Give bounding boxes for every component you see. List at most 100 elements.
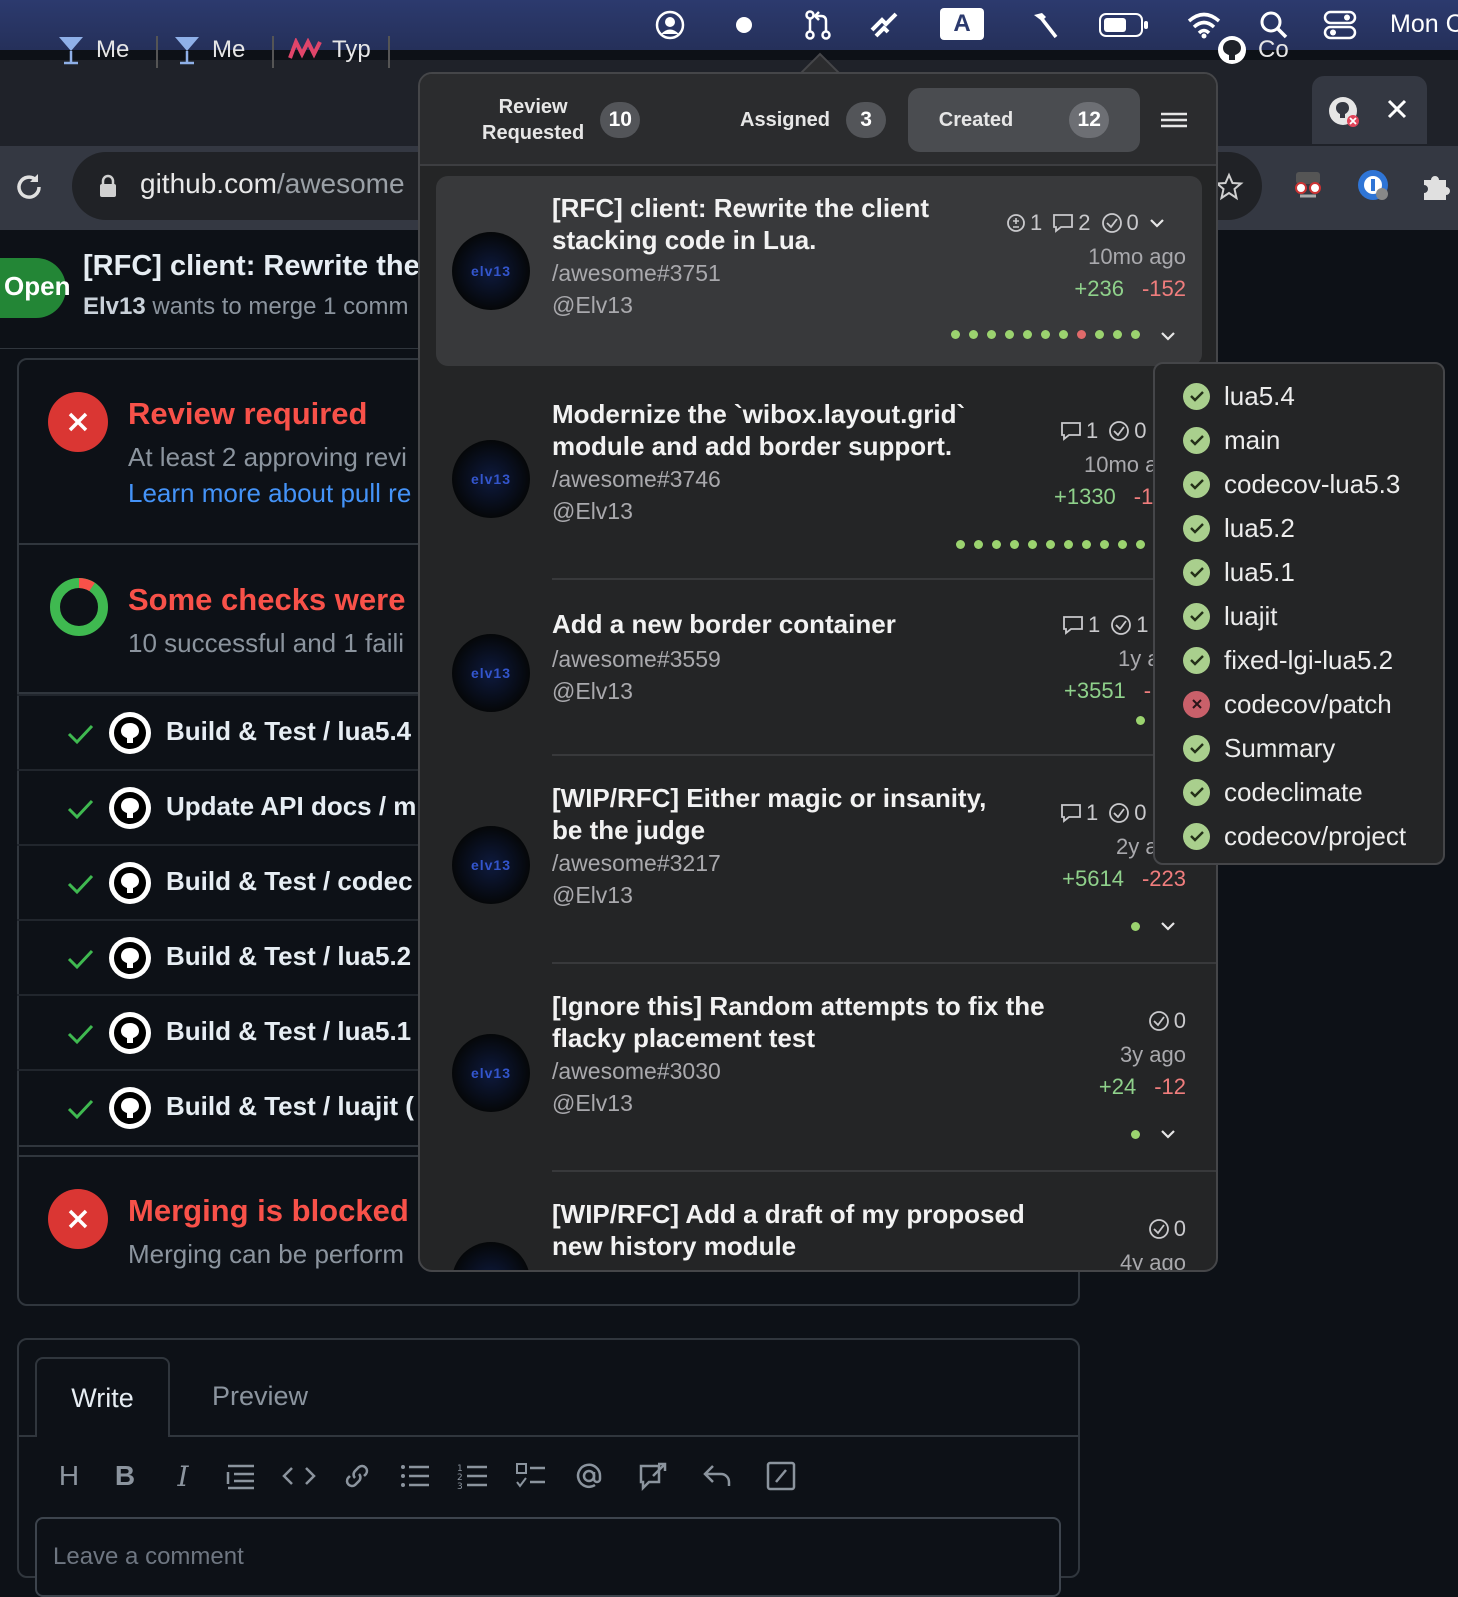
tab-created[interactable]: Created 12 <box>908 88 1140 152</box>
hammer-icon[interactable] <box>1026 8 1062 42</box>
reply-icon[interactable] <box>700 1459 734 1493</box>
browser-tab[interactable]: Co <box>1216 20 1306 80</box>
check-dots[interactable] <box>1136 716 1145 725</box>
check-name[interactable]: Build & Test / lua5.1 <box>166 1016 411 1047</box>
task-list-icon[interactable] <box>514 1459 548 1493</box>
pr-title[interactable]: [RFC] client: Rewrite the client stacking… <box>552 192 982 256</box>
tab-preview[interactable]: Preview <box>212 1381 308 1412</box>
url-text[interactable]: github.com/awesome <box>140 168 405 200</box>
pr-user[interactable]: @Elv13 <box>552 678 633 705</box>
link-icon[interactable] <box>340 1459 374 1493</box>
check-menu-item[interactable]: codecov-lua5.3 <box>1183 464 1400 504</box>
check-dots[interactable] <box>1131 922 1140 931</box>
learn-more-link[interactable]: Learn more about pull re <box>128 478 411 509</box>
comments-stat: 2 <box>1052 210 1091 236</box>
numbered-list-icon[interactable]: 123 <box>456 1459 490 1493</box>
pr-list-item[interactable]: elv13 Modernize the `wibox.layout.grid` m… <box>436 372 1216 580</box>
check-menu-item[interactable]: Summary <box>1183 728 1335 768</box>
pr-list-item[interactable]: elv13 [WIP/RFC] Either magic or insanity… <box>436 756 1216 964</box>
close-tab-icon[interactable] <box>1384 96 1410 122</box>
pr-title-line: new history module <box>552 1231 797 1261</box>
pr-ref[interactable]: /awesome#3217 <box>552 850 721 877</box>
pr-title[interactable]: [Ignore this] Random attempts to fix the… <box>552 990 1092 1054</box>
checks-summary-text: 10 successful and 1 faili <box>128 628 405 658</box>
pr-title[interactable]: [WIP/RFC] Either magic or insanity, be th… <box>552 782 1032 846</box>
mention-icon[interactable] <box>572 1459 606 1493</box>
pr-ref[interactable]: /awesome#3751 <box>552 260 721 287</box>
pr-list-item[interactable]: elv13 [WIP/RFC] Add a draft of my propos… <box>436 1172 1202 1270</box>
pr-user[interactable]: @Elv13 <box>552 1090 633 1117</box>
check-icon <box>67 949 94 970</box>
app-icon[interactable] <box>866 8 902 42</box>
comment-textarea[interactable]: Leave a comment <box>35 1517 1061 1597</box>
extension-glasses-icon[interactable] <box>1290 168 1326 204</box>
check-name[interactable]: Build & Test / lua5.4 <box>166 716 411 747</box>
menu-bar-clock[interactable]: Mon C <box>1390 10 1458 39</box>
check-menu-item[interactable]: codecov/project <box>1183 816 1406 856</box>
input-source-icon[interactable]: A <box>940 8 984 40</box>
reload-icon[interactable] <box>12 170 46 204</box>
check-menu-item[interactable]: luajit <box>1183 596 1277 636</box>
heading-icon[interactable]: H <box>52 1459 86 1493</box>
check-dots[interactable] <box>1131 1130 1140 1139</box>
reference-icon[interactable] <box>636 1459 670 1493</box>
check-menu-item[interactable]: codeclimate <box>1183 772 1363 812</box>
check-dots[interactable] <box>956 540 1145 549</box>
record-dot-icon[interactable] <box>726 8 762 42</box>
pr-user[interactable]: @Elv13 <box>552 292 633 319</box>
check-menu-item[interactable]: lua5.4 <box>1183 376 1295 416</box>
pr-list-item[interactable]: elv13 Add a new border container /awesom… <box>436 580 1216 756</box>
check-menu-item[interactable]: codecov/patch <box>1183 684 1392 724</box>
check-menu-item[interactable]: lua5.1 <box>1183 552 1295 592</box>
quote-icon[interactable] <box>224 1459 258 1493</box>
control-center-icon[interactable] <box>1322 8 1358 42</box>
check-dots[interactable] <box>951 330 1140 339</box>
pr-list-item[interactable]: elv13 [RFC] client: Rewrite the client st… <box>436 176 1202 366</box>
tab-assigned[interactable]: Assigned 3 <box>740 88 890 152</box>
pr-title-line: be the judge <box>552 815 706 845</box>
chevron-down-icon[interactable] <box>1160 1128 1176 1140</box>
password-manager-icon[interactable] <box>1356 168 1390 202</box>
pull-request-icon[interactable] <box>800 8 836 42</box>
italic-icon[interactable]: I <box>166 1459 200 1493</box>
account-icon[interactable] <box>652 8 688 42</box>
browser-tab[interactable]: Typ <box>288 20 383 80</box>
menu-icon[interactable] <box>1160 110 1188 130</box>
browser-tab[interactable]: Me <box>172 20 262 80</box>
check-name[interactable]: Update API docs / m <box>166 791 416 822</box>
check-name[interactable]: Build & Test / lua5.2 <box>166 941 411 972</box>
pr-title[interactable]: Add a new border container <box>552 608 1012 640</box>
check-name[interactable]: Build & Test / luajit ( <box>166 1091 414 1122</box>
check-menu-item[interactable]: fixed-lgi-lua5.2 <box>1183 640 1393 680</box>
code-icon[interactable] <box>282 1459 316 1493</box>
chevron-down-icon[interactable] <box>1160 920 1176 932</box>
extensions-puzzle-icon[interactable] <box>1420 170 1452 202</box>
battery-icon[interactable] <box>1096 8 1152 42</box>
chevron-down-icon[interactable] <box>1160 330 1176 342</box>
check-menu-item[interactable]: main <box>1183 420 1280 460</box>
slash-command-icon[interactable] <box>764 1459 798 1493</box>
pr-list-item[interactable]: elv13 [Ignore this] Random attempts to f… <box>436 964 1216 1172</box>
check-name[interactable]: Build & Test / codec <box>166 866 413 897</box>
checks-stat: 1 <box>1110 612 1149 638</box>
pr-user[interactable]: @Elv13 <box>552 882 633 909</box>
pr-title[interactable]: Modernize the `wibox.layout.grid` module … <box>552 398 1012 462</box>
pr-author[interactable]: Elv13 <box>83 293 146 320</box>
check-menu-item[interactable]: lua5.2 <box>1183 508 1295 548</box>
tab-write[interactable]: Write <box>35 1357 170 1437</box>
additions: +1330 <box>1054 484 1116 509</box>
pr-title[interactable]: [WIP/RFC] Add a draft of my proposed new … <box>552 1198 1072 1262</box>
pr-user[interactable]: @Elv13 <box>552 498 633 525</box>
chevron-down-icon[interactable] <box>1149 217 1165 229</box>
tab-review-requested[interactable]: Review Requested 10 <box>482 88 662 152</box>
browser-tab[interactable]: Me <box>56 20 146 80</box>
pr-ref[interactable]: /awesome#3746 <box>552 466 721 493</box>
bulleted-list-icon[interactable] <box>398 1459 432 1493</box>
bookmark-star-icon[interactable] <box>1214 172 1244 202</box>
bold-icon[interactable]: B <box>108 1459 142 1493</box>
lock-icon[interactable] <box>98 174 118 198</box>
pr-ref[interactable]: /awesome#3030 <box>552 1058 721 1085</box>
checks-count: 0 <box>1173 1216 1186 1241</box>
pr-ref[interactable]: /awesome#3559 <box>552 646 721 673</box>
checks-stat: 0 <box>1108 800 1147 826</box>
